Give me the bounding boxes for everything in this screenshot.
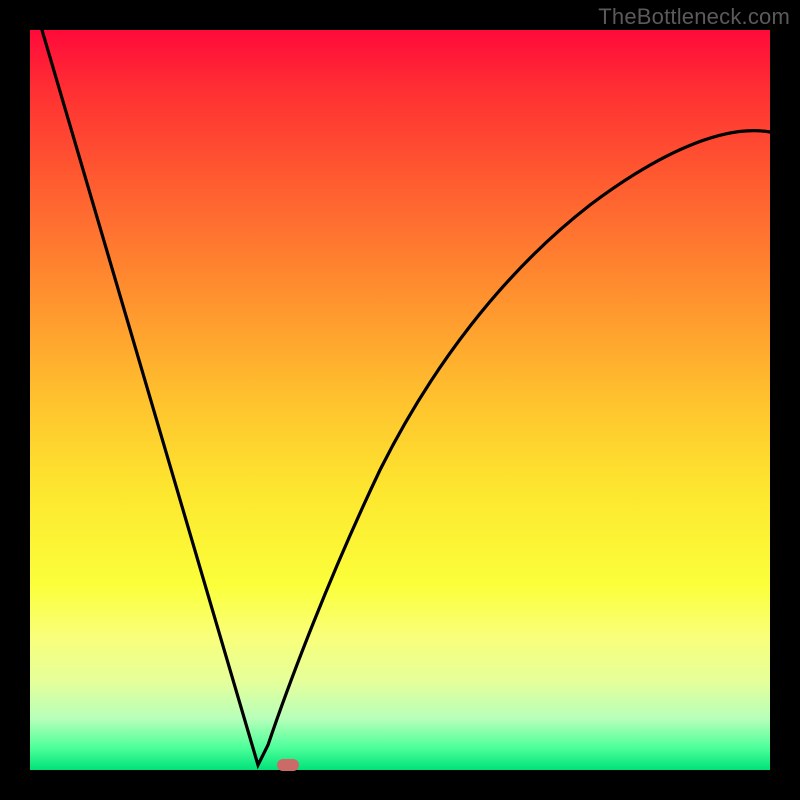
watermark-text: TheBottleneck.com [598, 4, 790, 30]
min-point-marker [277, 759, 299, 771]
chart-container: TheBottleneck.com [0, 0, 800, 800]
gradient-plot-area [30, 30, 770, 770]
